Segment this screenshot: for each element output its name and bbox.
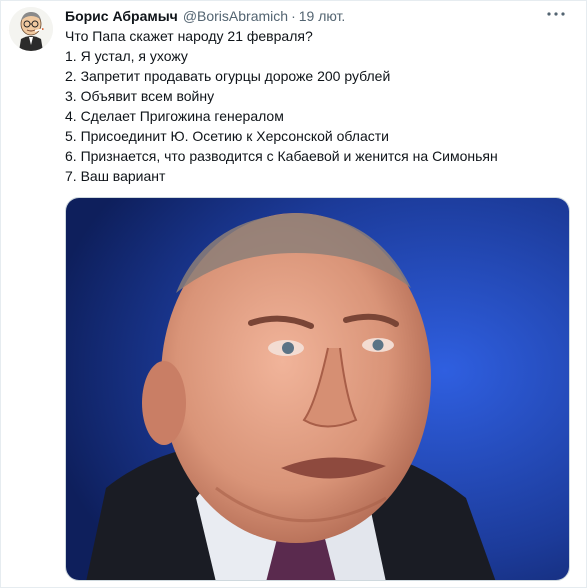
- author-name[interactable]: Борис Абрамыч: [65, 8, 178, 24]
- more-horizontal-icon: [547, 12, 565, 16]
- tweet-header: Борис Абрамыч @BorisAbramich · 19 лют.: [65, 7, 345, 25]
- tweet-text-line: 5. Присоединит Ю. Осетию к Херсонской об…: [65, 128, 389, 144]
- tweet-text-line: 2. Запретит продавать огурцы дороже 200 …: [65, 68, 391, 84]
- more-options-button[interactable]: [544, 5, 568, 23]
- author-handle[interactable]: @BorisAbramich: [183, 8, 288, 24]
- portrait-photo: [66, 198, 569, 580]
- tweet-card[interactable]: Борис Абрамыч @BorisAbramich · 19 лют. Ч…: [0, 0, 587, 588]
- tweet-text-line: Что Папа скажет народу 21 февраля?: [65, 28, 313, 44]
- tweet-text: Что Папа скажет народу 21 февраля? 1. Я …: [65, 26, 575, 186]
- tweet-timestamp[interactable]: 19 лют.: [299, 8, 346, 24]
- author-avatar[interactable]: [9, 7, 53, 51]
- tweet-text-line: 6. Признается, что разводится с Кабаевой…: [65, 148, 498, 164]
- tweet-text-line: 4. Сделает Пригожина генералом: [65, 108, 284, 124]
- caricature-avatar-icon: [9, 7, 53, 51]
- tweet-text-line: 1. Я устал, я ухожу: [65, 48, 188, 64]
- tweet-text-line: 3. Объявит всем войну: [65, 88, 215, 104]
- header-separator: ·: [291, 8, 296, 24]
- tweet-text-line: 7. Ваш вариант: [65, 168, 166, 184]
- tweet-media-photo[interactable]: [65, 197, 570, 581]
